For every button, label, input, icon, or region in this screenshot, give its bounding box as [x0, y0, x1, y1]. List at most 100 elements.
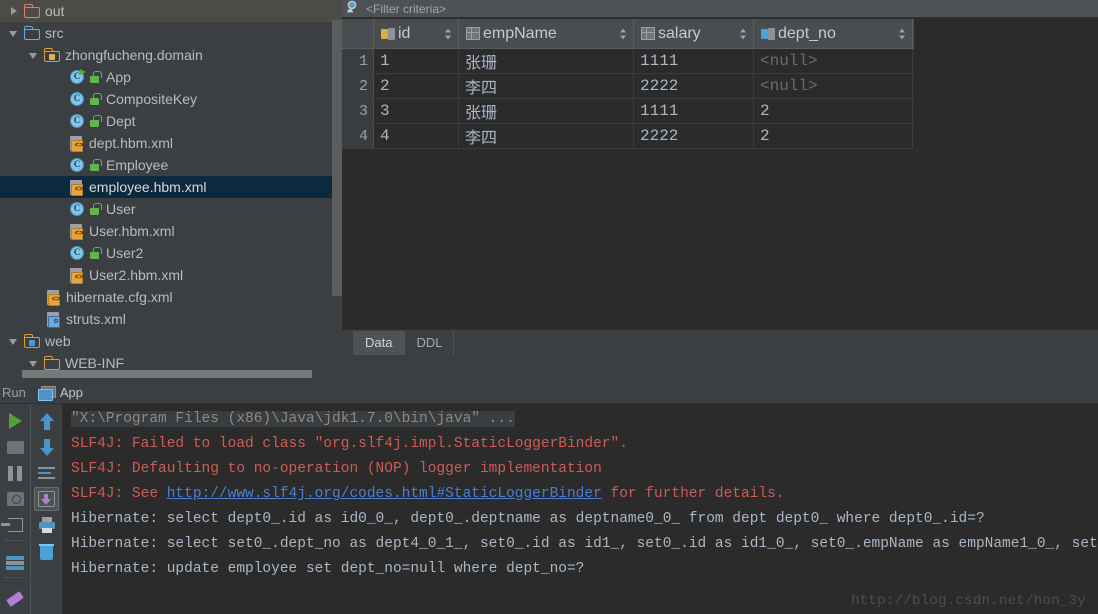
- tree-item-employee[interactable]: C Employee: [0, 154, 342, 176]
- tree-item-app[interactable]: C App: [0, 66, 342, 88]
- xml-file-icon: <>: [70, 179, 84, 196]
- scroll-to-end-button[interactable]: [31, 486, 62, 512]
- xml-file-icon: <>: [47, 289, 61, 306]
- tree-item-user2-hbm-xml[interactable]: <> User2.hbm.xml: [0, 264, 342, 286]
- project-tree-vertical-scrollbar[interactable]: [332, 20, 342, 296]
- cell-dept-no[interactable]: 2: [754, 99, 913, 123]
- run-configuration-tab[interactable]: App: [37, 385, 83, 401]
- expand-arrow-icon[interactable]: [8, 5, 21, 18]
- pencil-icon: [6, 591, 24, 607]
- tree-item-struts-xml[interactable]: ⚙ struts.xml: [0, 308, 342, 330]
- cell-empname[interactable]: 张珊: [459, 49, 634, 73]
- column-header-salary[interactable]: salary: [634, 19, 754, 48]
- run-toolbar-console[interactable]: [30, 404, 62, 614]
- soft-wrap-button[interactable]: [31, 460, 62, 486]
- column-header-empname[interactable]: empName: [459, 19, 634, 48]
- cell-dept-no[interactable]: <null>: [754, 49, 913, 73]
- tree-item-web[interactable]: web: [0, 330, 342, 352]
- tree-item-label: User2.hbm.xml: [89, 267, 184, 283]
- up-the-stack-button[interactable]: [31, 408, 62, 434]
- result-grid-header: id empName salary dept_no: [342, 19, 914, 49]
- public-visibility-icon: [89, 70, 102, 84]
- folder-icon: [43, 356, 60, 370]
- cell-empname[interactable]: 李四: [459, 74, 634, 98]
- sort-indicator-icon[interactable]: [899, 28, 906, 39]
- cell-id[interactable]: 2: [374, 74, 459, 98]
- table-row[interactable]: 4 4 李四 2222 2: [342, 124, 914, 149]
- collapse-arrow-icon[interactable]: [28, 357, 41, 370]
- java-class-icon: C: [70, 158, 84, 172]
- cell-salary[interactable]: 1111: [634, 99, 754, 123]
- tree-item-label: hibernate.cfg.xml: [66, 289, 173, 305]
- cell-id[interactable]: 3: [374, 99, 459, 123]
- cell-empname[interactable]: 张珊: [459, 99, 634, 123]
- tree-item-dept[interactable]: C Dept: [0, 110, 342, 132]
- pause-icon: [8, 465, 22, 481]
- table-row[interactable]: 2 2 李四 2222 <null>: [342, 74, 914, 99]
- exit-icon: [0, 518, 23, 532]
- filter-bar[interactable]: <Filter criteria>: [342, 0, 1098, 18]
- exit-button[interactable]: [0, 512, 30, 538]
- tree-item-label: out: [45, 3, 65, 19]
- run-toolbar-left[interactable]: [0, 404, 30, 614]
- tree-item-dept-hbm-xml[interactable]: <> dept.hbm.xml: [0, 132, 342, 154]
- down-the-stack-button[interactable]: [31, 434, 62, 460]
- java-class-icon: C: [70, 202, 84, 216]
- cell-id[interactable]: 4: [374, 124, 459, 148]
- annotate-button[interactable]: [0, 586, 30, 612]
- tree-item-label: zhongfucheng.domain: [65, 47, 203, 63]
- cell-id[interactable]: 1: [374, 49, 459, 73]
- tree-item-user[interactable]: C User: [0, 198, 342, 220]
- column-header-id[interactable]: id: [374, 19, 459, 48]
- public-visibility-icon: [89, 202, 102, 216]
- xml-file-icon: <>: [70, 223, 84, 240]
- pause-button[interactable]: [0, 460, 30, 486]
- rerun-button[interactable]: [0, 408, 30, 434]
- cell-salary[interactable]: 2222: [634, 74, 754, 98]
- cell-salary[interactable]: 1111: [634, 49, 754, 73]
- tree-item-compositekey[interactable]: C CompositeKey: [0, 88, 342, 110]
- tree-item-employee-hbm-xml[interactable]: <> employee.hbm.xml: [0, 176, 342, 198]
- console-hyperlink[interactable]: http://www.slf4j.org/codes.html#StaticLo…: [167, 486, 602, 502]
- cell-salary[interactable]: 2222: [634, 124, 754, 148]
- tab-ddl[interactable]: DDL: [404, 331, 455, 355]
- tree-item-user-hbm-xml[interactable]: <> User.hbm.xml: [0, 220, 342, 242]
- cell-dept-no[interactable]: <null>: [754, 74, 913, 98]
- tree-item-src[interactable]: src: [0, 22, 342, 44]
- tab-data[interactable]: Data: [353, 331, 405, 355]
- sort-indicator-icon[interactable]: [445, 28, 452, 39]
- print-button[interactable]: [31, 512, 62, 538]
- toolbar-separator: [4, 577, 26, 584]
- project-tree-horizontal-scrollbar[interactable]: [22, 370, 312, 378]
- arrow-up-icon: [39, 412, 54, 430]
- stack-trace-button[interactable]: [0, 549, 30, 575]
- cell-dept-no[interactable]: 2: [754, 124, 913, 148]
- table-row[interactable]: 1 1 张珊 1111 <null>: [342, 49, 914, 74]
- console-output[interactable]: "X:\Program Files (x86)\Java\jdk1.7.0\bi…: [62, 404, 1098, 614]
- cell-empname[interactable]: 李四: [459, 124, 634, 148]
- play-icon: [8, 413, 22, 429]
- tree-item-user2[interactable]: C User2: [0, 242, 342, 264]
- java-class-icon: C: [70, 246, 84, 260]
- collapse-arrow-icon[interactable]: [8, 335, 21, 348]
- clear-all-button[interactable]: [31, 538, 62, 564]
- dump-threads-button[interactable]: [0, 486, 30, 512]
- tree-item-label: CompositeKey: [106, 91, 198, 107]
- column-header-dept-no[interactable]: dept_no: [754, 19, 913, 48]
- tree-item-out[interactable]: out: [0, 0, 342, 22]
- collapse-arrow-icon[interactable]: [8, 27, 21, 40]
- table-row[interactable]: 3 3 张珊 1111 2: [342, 99, 914, 124]
- sort-indicator-icon[interactable]: [620, 28, 627, 39]
- database-view-tabs[interactable]: Data DDL: [342, 329, 1098, 355]
- collapse-arrow-icon[interactable]: [28, 49, 41, 62]
- sort-indicator-icon[interactable]: [740, 28, 747, 39]
- stop-button[interactable]: [0, 434, 30, 460]
- tree-item-hibernate-cfg-xml[interactable]: <> hibernate.cfg.xml: [0, 286, 342, 308]
- project-tree-panel[interactable]: out src zhongfucheng.domain C App C CompositeK…: [0, 0, 342, 381]
- filter-criteria-input[interactable]: <Filter criteria>: [366, 2, 446, 16]
- tree-item-zhongfucheng-domain[interactable]: zhongfucheng.domain: [0, 44, 342, 66]
- result-grid[interactable]: id empName salary dept_no 1 1 张珊 1111 <n…: [342, 19, 914, 149]
- package-folder-icon: [43, 48, 60, 62]
- folder-icon: [23, 4, 40, 18]
- tree-item-label: App: [106, 69, 131, 85]
